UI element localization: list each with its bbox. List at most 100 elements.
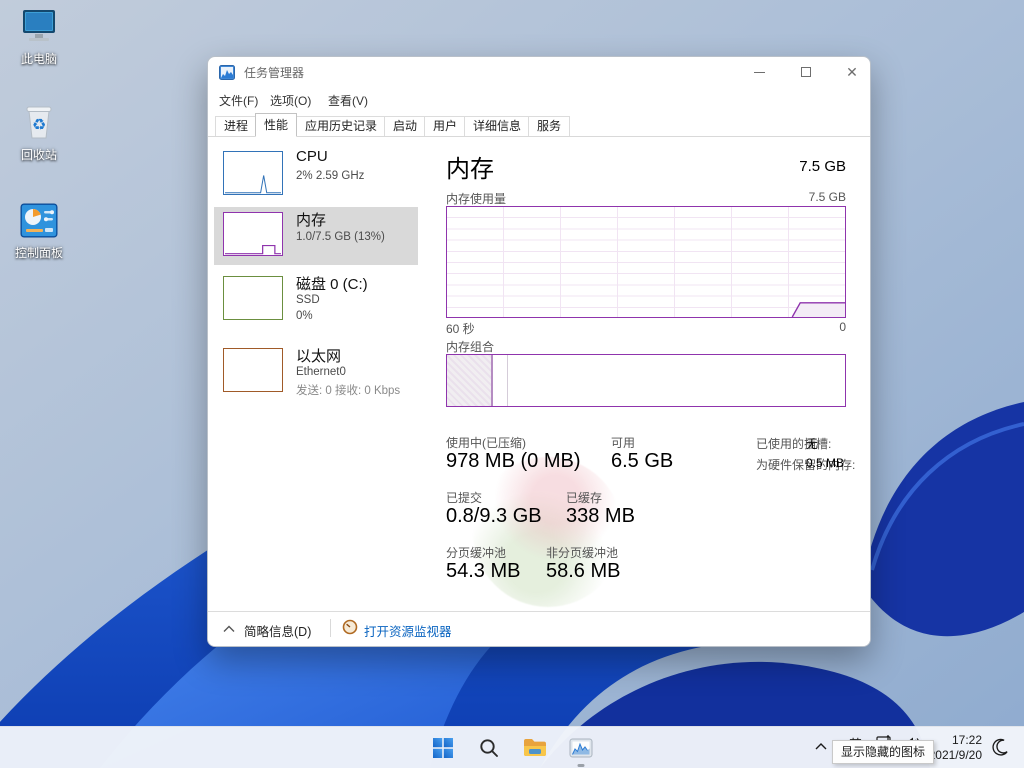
control-panel-icon: [20, 203, 58, 238]
sidebar-item-disk[interactable]: 磁盘 0 (C:) SSD 0%: [214, 271, 418, 339]
clock-time: 17:22: [951, 733, 982, 747]
desktop-icon-label: 控制面板: [14, 246, 63, 260]
menu-bar: 文件(F) 选项(O) 查看(V): [208, 89, 870, 112]
show-hidden-icons-tooltip: 显示隐藏的图标: [832, 740, 935, 764]
start-button[interactable]: [430, 735, 456, 761]
memory-usage-area: [791, 302, 845, 317]
taskbar-clock[interactable]: 17:22 2021/9/20: [929, 733, 982, 763]
minimize-icon: [753, 71, 765, 73]
open-resource-monitor-link[interactable]: 打开资源监视器: [364, 621, 452, 640]
sidebar-disk-usage: 0%: [296, 310, 313, 322]
memory-panel-title: 内存: [446, 156, 494, 183]
memory-capacity: 7.5 GB: [799, 158, 846, 175]
task-manager-taskbar-button[interactable]: [568, 735, 594, 767]
windows-logo-icon: [433, 738, 453, 758]
close-icon: ✕: [846, 64, 858, 80]
stat-available-value: 6.5 GB: [611, 450, 674, 472]
tray-chevron-up-icon[interactable]: [814, 741, 828, 751]
sidebar-item-memory[interactable]: 内存 1.0/7.5 GB (13%): [214, 207, 418, 265]
composition-modified-divider: [507, 355, 508, 406]
detail-hw-reserved-value: 0.5 MB: [806, 456, 845, 470]
menu-options[interactable]: 选项(O): [270, 92, 311, 109]
tab-startup[interactable]: 启动: [384, 116, 426, 137]
detail-slots-label: 已使用的插槽:: [756, 437, 832, 451]
sidebar-ethernet-title: 以太网: [296, 348, 342, 365]
desktop-icon-control-panel[interactable]: 控制面板: [10, 202, 68, 260]
desktop-icon-this-pc[interactable]: 此电脑: [10, 8, 68, 66]
running-app-indicator: [577, 764, 585, 767]
tab-app-history[interactable]: 应用历史记录: [296, 116, 386, 137]
stat-available-label: 可用: [611, 436, 636, 450]
desktop-icon-label: 回收站: [20, 148, 57, 162]
composition-used-segment: [447, 355, 493, 406]
stat-nonpaged-pool-label: 非分页缓冲池: [546, 546, 619, 560]
memory-usage-graph-max: 7.5 GB: [808, 190, 846, 204]
graph-axis-right: 0: [839, 320, 846, 334]
sidebar-item-cpu[interactable]: CPU 2% 2.59 GHz: [214, 146, 418, 204]
sidebar-memory-title: 内存: [296, 212, 327, 229]
ethernet-sparkline: [223, 348, 283, 392]
file-explorer-icon: [524, 739, 546, 756]
sidebar-cpu-title: CPU: [296, 148, 328, 165]
memory-composition-bar[interactable]: [446, 354, 846, 407]
fewer-details-button[interactable]: 简略信息(D): [244, 621, 311, 640]
maximize-icon: [801, 67, 811, 77]
chevron-up-icon: [223, 625, 235, 632]
tab-bar: 进程 性能 应用历史记录 启动 用户 详细信息 服务: [208, 112, 870, 137]
window-title: 任务管理器: [244, 66, 305, 80]
desktop-icon-label: 此电脑: [20, 52, 57, 66]
menu-view[interactable]: 查看(V): [328, 92, 368, 109]
memory-usage-graph-label: 内存使用量: [446, 192, 507, 206]
resource-monitor-icon: [342, 619, 358, 635]
this-pc-monitor-icon: [23, 10, 55, 41]
footer-separator: [330, 619, 331, 637]
stat-cached-label: 已缓存: [566, 491, 603, 505]
tab-services[interactable]: 服务: [528, 116, 571, 137]
tab-users[interactable]: 用户: [424, 116, 466, 137]
sidebar-item-ethernet[interactable]: 以太网 Ethernet0 发送: 0 接收: 0 Kbps: [214, 343, 418, 411]
stat-cached-value: 338 MB: [566, 505, 635, 527]
sidebar-cpu-stats: 2% 2.59 GHz: [296, 170, 365, 182]
title-bar[interactable]: 任务管理器 ✕: [208, 57, 870, 89]
search-icon: [480, 739, 498, 757]
task-manager-window: 任务管理器 ✕ 文件(F) 选项(O) 查看(V) 进程 性能 应用历史记录 启…: [207, 56, 871, 647]
sidebar-disk-title: 磁盘 0 (C:): [296, 276, 368, 293]
search-button[interactable]: [476, 735, 502, 761]
stat-inuse-value: 978 MB (0 MB): [446, 450, 581, 472]
task-manager-icon: [569, 738, 593, 758]
detail-slots-value: 无: [806, 437, 819, 451]
disk-sparkline: [223, 276, 283, 320]
minimize-button[interactable]: [742, 57, 776, 87]
maximize-button[interactable]: [789, 57, 823, 87]
svg-text:♻: ♻: [32, 117, 46, 134]
menu-file[interactable]: 文件(F): [219, 92, 258, 109]
stat-paged-pool-label: 分页缓冲池: [446, 546, 507, 560]
sidebar-memory-stats: 1.0/7.5 GB (13%): [296, 231, 385, 243]
taskbar-center-group: [430, 727, 594, 768]
close-button[interactable]: ✕: [835, 57, 869, 87]
stat-nonpaged-pool-value: 58.6 MB: [546, 560, 621, 582]
stat-committed-label: 已提交: [446, 491, 483, 505]
tab-details[interactable]: 详细信息: [464, 116, 530, 137]
stat-committed-value: 0.8/9.3 GB: [446, 505, 542, 527]
recycle-bin-icon: ♻: [26, 106, 52, 139]
sidebar-ethernet-adapter: Ethernet0: [296, 366, 346, 378]
sidebar-ethernet-throughput: 发送: 0 接收: 0 Kbps: [296, 385, 401, 397]
window-footer: 简略信息(D) 打开资源监视器: [208, 611, 870, 646]
memory-usage-graph[interactable]: [446, 206, 846, 318]
task-manager-app-icon: [219, 65, 235, 80]
clock-date: 2021/9/20: [928, 748, 982, 762]
stat-paged-pool-value: 54.3 MB: [446, 560, 521, 582]
graph-axis-left: 60 秒: [446, 322, 475, 336]
tab-processes[interactable]: 进程: [215, 116, 257, 137]
tab-performance[interactable]: 性能: [255, 113, 298, 137]
memory-sparkline: [223, 212, 283, 256]
file-explorer-button[interactable]: [522, 735, 548, 761]
watermark-splash: [473, 457, 623, 607]
sidebar-disk-type: SSD: [296, 294, 320, 306]
memory-composition-label: 内存组合: [446, 340, 495, 354]
stat-inuse-label: 使用中(已压缩): [446, 436, 526, 450]
desktop-icon-recycle-bin[interactable]: ♻ 回收站: [10, 100, 68, 162]
focus-assist-moon-icon[interactable]: [990, 737, 1010, 757]
cpu-sparkline: [223, 151, 283, 195]
